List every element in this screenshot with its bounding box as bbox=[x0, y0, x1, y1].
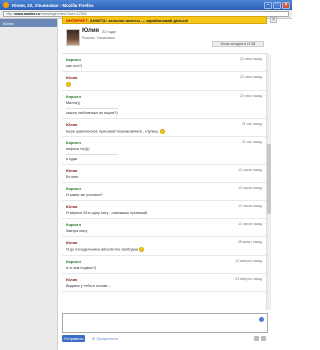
message-item: Кирилл 13 часов назад И какие же условия… bbox=[62, 183, 266, 201]
message-text bbox=[66, 82, 262, 88]
message-time: 21 час назад bbox=[241, 121, 262, 126]
attach-link[interactable]: ⊕ Прикрепить bbox=[92, 336, 118, 341]
promo-banner[interactable]: ИНТЕРНЕТ- АНКЕТА : заполни анкеты — зара… bbox=[62, 16, 267, 24]
profile-header: Юлия 22 года Россия, Ульяновск Была сего… bbox=[62, 26, 268, 54]
smiley-icon bbox=[160, 128, 166, 134]
message-time: 28 минут назад bbox=[237, 240, 262, 244]
url-host: www.nardex.ru bbox=[14, 12, 40, 16]
message-item: Юлия 13 часов назад Я вёрнся 28 в одну х… bbox=[62, 201, 266, 219]
message-input[interactable] bbox=[62, 313, 268, 333]
message-item: Юлия 13 часов назад Ко мне bbox=[62, 165, 266, 183]
message-item: Кирилл 24 минуты назад А в чем подвох?) bbox=[62, 256, 266, 274]
minimize-button[interactable]: – bbox=[264, 1, 272, 9]
message-author[interactable]: Кирилл bbox=[66, 186, 262, 191]
smiley-icon bbox=[138, 247, 144, 252]
message-time: 22 часа назад bbox=[239, 93, 262, 98]
banner-text-start: ИНТЕРНЕТ- bbox=[66, 17, 89, 23]
composer-toolbar: Отправить ⊕ Прикрепить bbox=[62, 334, 268, 344]
message-author[interactable]: Кирилл bbox=[66, 94, 262, 99]
message-author[interactable]: Юлия bbox=[66, 277, 262, 282]
message-time: 13 часов назад bbox=[238, 168, 262, 172]
profile-location: Россия, Ульяновск bbox=[82, 36, 115, 40]
avatar[interactable] bbox=[66, 29, 80, 46]
message-item: Юлия 28 минут назад Я до понедельника аб… bbox=[62, 237, 266, 256]
banner-text-strong: АНКЕТА bbox=[89, 17, 106, 23]
contacts-panel: Юлия bbox=[0, 19, 58, 350]
smiley-icon bbox=[66, 82, 71, 87]
message-time: 13 часов назад bbox=[238, 222, 262, 226]
scrollbar-thumb[interactable] bbox=[267, 144, 271, 214]
message-text: какого любовника ты ищем?) bbox=[66, 110, 118, 115]
contact-item-selected[interactable]: Юлия bbox=[0, 19, 57, 27]
online-status: Была сегодня в 11:56 bbox=[212, 41, 264, 47]
window-title: Юлия, 22, Ульяновск - Mozilla Firefox bbox=[12, 2, 94, 8]
message-item: Юлия 21 час назад Бери шампанское приезж… bbox=[62, 119, 266, 137]
emoji-picker-icon[interactable] bbox=[259, 317, 264, 322]
message-author[interactable]: Юлия bbox=[66, 122, 262, 127]
message-separator bbox=[66, 154, 118, 155]
message-author[interactable]: Юлия bbox=[66, 75, 262, 80]
message-time: 21 час назад bbox=[241, 140, 262, 144]
message-time: 24 минуты назад bbox=[235, 258, 262, 263]
message-text: нифига ты)))) bbox=[66, 147, 90, 151]
message-text: А в чем подвох?) bbox=[66, 265, 97, 270]
message-item: Юлия 22 часа назад bbox=[62, 72, 266, 91]
message-text: Бери шампанское приезжай познакомимся , … bbox=[66, 128, 262, 135]
window-titlebar: Юлия, 22, Ульяновск - Mozilla Firefox – … bbox=[0, 0, 292, 10]
message-text: я куда bbox=[66, 157, 77, 161]
close-window-button[interactable]: × bbox=[282, 1, 290, 9]
message-text: Ко мне bbox=[66, 175, 79, 179]
send-button[interactable]: Отправить bbox=[62, 335, 85, 342]
feed-scrollbar[interactable] bbox=[266, 54, 271, 310]
message-item: Кирилл 22 часа назад как сон?) bbox=[62, 54, 266, 72]
fullscreen-icon[interactable] bbox=[261, 336, 266, 341]
message-item: Кирилл 13 часов назад Завтра могу bbox=[62, 219, 266, 237]
message-text: как сон?) bbox=[66, 64, 83, 68]
message-item: Кирилл 21 час назад нифига ты)))) я куда bbox=[62, 137, 266, 165]
message-text: Завтра могу bbox=[66, 229, 88, 233]
message-text: Я до понедельника абсолютно свободна bbox=[66, 247, 262, 253]
banner-close-button[interactable]: × bbox=[270, 17, 277, 23]
message-time: 22 часа назад bbox=[239, 75, 262, 79]
message-feed: Кирилл 22 часа назад как сон?) Юлия 22 ч… bbox=[62, 54, 266, 310]
message-text-body: Бери шампанское приезжай познакомимся , … bbox=[66, 129, 160, 133]
message-time: 22 часа назад bbox=[239, 57, 262, 61]
message-author[interactable]: Юлия bbox=[66, 204, 262, 209]
firefox-icon bbox=[3, 2, 9, 8]
url-prefix: http:// bbox=[6, 12, 15, 16]
maximize-button[interactable]: □ bbox=[273, 1, 281, 9]
message-text-body: Я до понедельника абсолютно свободна bbox=[66, 247, 138, 252]
message-time: 13 часов назад bbox=[238, 186, 262, 190]
message-time: 13 часов назад bbox=[238, 204, 262, 208]
message-separator bbox=[66, 107, 118, 109]
banner-text-end: : заполни анкеты — зарабатывай деньги! bbox=[105, 17, 189, 23]
message-author[interactable]: Кирилл bbox=[66, 259, 262, 264]
message-item: Юлия 23 минуты назад Видимо у тебя в гол… bbox=[62, 274, 266, 292]
message-time: 23 минуты назад bbox=[235, 276, 262, 281]
message-item: Кирилл 22 часа назад Милок)) какого любо… bbox=[62, 91, 266, 119]
message-author[interactable]: Юлия bbox=[66, 168, 262, 173]
message-author[interactable]: Юлия bbox=[66, 240, 262, 245]
message-author[interactable]: Кирилл bbox=[66, 57, 262, 62]
profile-age: 22 года bbox=[102, 29, 116, 34]
message-text: Милок)) bbox=[66, 100, 80, 105]
message-author[interactable]: Кирилл bbox=[66, 222, 262, 227]
message-text: Я вёрнся 28 в одну хату , освежишь приез… bbox=[66, 211, 148, 215]
attach-label: Прикрепить bbox=[96, 336, 119, 341]
settings-icon[interactable] bbox=[254, 336, 259, 341]
message-text: Видимо у тебя в голове… bbox=[66, 283, 112, 288]
profile-name[interactable]: Юлия bbox=[82, 28, 99, 34]
message-author[interactable]: Кирилл bbox=[66, 140, 262, 145]
message-text: И какие же условия? bbox=[66, 193, 103, 197]
